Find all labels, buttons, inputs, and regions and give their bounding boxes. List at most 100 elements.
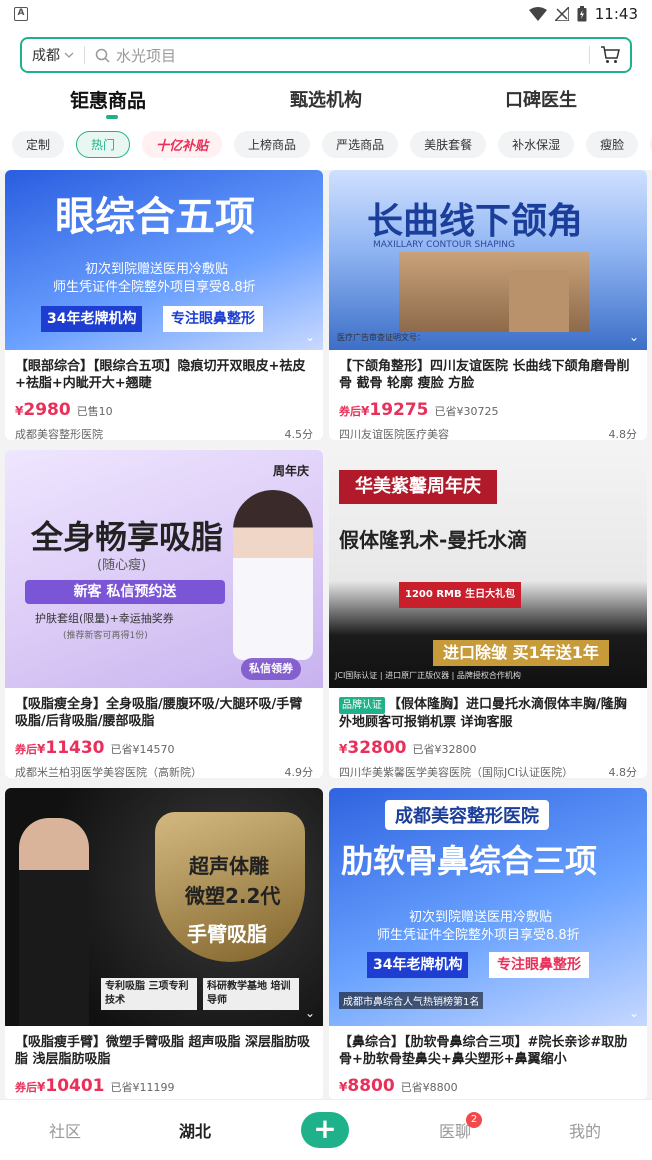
banner-title: 肋软骨鼻综合三项 (341, 842, 598, 880)
chip-custom[interactable]: 定制 (12, 131, 65, 158)
chip-hydration[interactable]: 补水保湿 (498, 131, 575, 158)
clinic-row: 四川友谊医院医疗美容 4.8分 (329, 426, 647, 440)
tab-doctors[interactable]: 口碑医生 (505, 86, 577, 112)
banner-tag: (推荐新客可再得1份) (63, 631, 148, 641)
product-card[interactable]: 全身畅享吸脂 (随心瘦) 新客 私信预约送 护肤套组(限量)+幸运抽奖券 (推荐… (5, 450, 323, 778)
price-row: ¥ 2980 已售10 (5, 400, 323, 420)
clinic-row: 四川华美紫馨医学美容医院（国际JCI认证医院） 4.8分 (329, 764, 647, 778)
chevron-down-icon[interactable]: ⌄ (629, 1006, 639, 1020)
banner-line: 微塑2.2代 (185, 884, 281, 908)
battery-icon (577, 6, 587, 22)
clinic-name: 成都美容整形医院 (15, 428, 103, 440)
product-banner: 成都美容整形医院 肋软骨鼻综合三项 初次到院赠送医用冷敷贴 师生凭证件全院整外项… (329, 788, 647, 1026)
banner-tag: 34年老牌机构 (41, 306, 143, 332)
product-card[interactable]: 眼综合五项 初次到院赠送医用冷敷贴 师生凭证件全院整外项目享受8.8折 34年老… (5, 170, 323, 440)
clinic-name: 四川友谊医院医疗美容 (339, 428, 449, 440)
chip-skincare-set[interactable]: 美肤套餐 (410, 131, 487, 158)
rating-score: 4.5分 (284, 428, 314, 440)
category-chips: 定制 热门 十亿补贴 上榜商品 严选商品 美肤套餐 补水保湿 瘦脸 去黑 (12, 131, 652, 161)
notification-badge: 2 (466, 1112, 482, 1128)
nav-community[interactable]: 社区 (0, 1118, 130, 1142)
banner-tag: 进口除皱 买1年送1年 (433, 640, 609, 666)
nav-doctor-chat-label: 医聊 (438, 1122, 471, 1141)
status-bar: A 11:43 (0, 0, 652, 28)
nav-add[interactable]: + (260, 1112, 390, 1148)
currency-symbol: ¥ (339, 1080, 348, 1094)
banner-line: 手臂吸脂 (187, 922, 267, 946)
product-price: 11430 (45, 738, 105, 758)
clinic-name: 四川华美紫馨医学美容医院（国际JCI认证医院） (339, 766, 574, 778)
banner-title: 全身畅享吸脂 (31, 518, 224, 556)
tab-active-indicator (106, 115, 118, 119)
banner-title: 假体隆乳术-曼托水滴 (339, 528, 528, 552)
banner-line: (随心瘦) (97, 558, 147, 573)
banner-title: 长曲线下颌角 (367, 201, 584, 242)
city-selector[interactable]: 成都 (32, 45, 74, 65)
no-signal-icon (554, 7, 569, 21)
product-title: 【吸脂瘦手臂】微塑手臂吸脂 超声吸脂 深层脂肪吸脂 浅层脂肪吸脂 (15, 1035, 311, 1067)
ranking-label: 成都市鼻综合人气热销榜第1名 (339, 992, 484, 1009)
chip-ranked[interactable]: 上榜商品 (234, 131, 311, 158)
clinic-row: 成都米兰柏羽医学美容医院（高新院） 4.9分 (5, 764, 323, 778)
price-row: 券后 ¥ 11430 已省¥14570 (5, 738, 323, 758)
product-title: 【鼻综合】【肋软骨鼻综合三项】#院长亲诊#取肋骨+肋软骨垫鼻尖+鼻尖塑形+鼻翼缩… (339, 1035, 628, 1067)
rating-score: 4.8分 (608, 766, 638, 778)
product-price: 8800 (347, 1076, 395, 1096)
product-title: 【吸脂瘦全身】全身吸脂/腰腹环吸/大腿环吸/手臂吸脂/后背吸脂/腰部吸脂 (15, 697, 303, 729)
banner-line: 师生凭证件全院整外项目享受8.8折 (53, 280, 256, 295)
chevron-down-icon[interactable]: ⌄ (629, 330, 639, 344)
chip-subsidy[interactable]: 十亿补贴 (142, 131, 223, 158)
banner-tag: 34年老牌机构 (367, 952, 469, 978)
chevron-down-icon[interactable]: ⌄ (305, 330, 315, 344)
header: 成都 水光项目 钜惠商品 甄选机构 口碑医生 定制 热门 十亿补贴 上榜商品 严… (0, 28, 652, 170)
chip-hot[interactable]: 热门 (76, 131, 131, 158)
model-image (19, 818, 89, 1026)
banner-tag: 专利吸脂 三项专利技术 (101, 978, 197, 1010)
banner-line: 华美紫馨周年庆 (339, 470, 497, 504)
plus-icon[interactable]: + (301, 1112, 349, 1148)
nav-hubei[interactable]: 湖北 (130, 1118, 260, 1142)
model-image (233, 490, 313, 660)
search-bar[interactable]: 成都 水光项目 (20, 37, 632, 73)
chip-slim-face[interactable]: 瘦脸 (586, 131, 639, 158)
nav-doctor-chat[interactable]: 医聊 2 (390, 1112, 520, 1142)
saved-amount: 已省¥14570 (110, 743, 175, 756)
currency-symbol: ¥ (361, 404, 370, 418)
banner-tag: 专注眼鼻整形 (163, 306, 263, 332)
price-row: ¥ 8800 已省¥8800 (329, 1076, 647, 1096)
coupon-label: 券后 (339, 405, 361, 418)
clinic-row: 成都美容整形医院 4.5分 (5, 426, 323, 440)
product-card[interactable]: 成都美容整形医院 肋软骨鼻综合三项 初次到院赠送医用冷敷贴 师生凭证件全院整外项… (329, 788, 647, 1100)
search-input[interactable]: 水光项目 (116, 45, 176, 66)
currency-symbol: ¥ (15, 404, 24, 418)
product-banner: 眼综合五项 初次到院赠送医用冷敷贴 师生凭证件全院整外项目享受8.8折 34年老… (5, 170, 323, 350)
price-row: 券后 ¥ 19275 已省¥30725 (329, 400, 647, 420)
tab-institutions[interactable]: 甄选机构 (290, 86, 362, 112)
banner-tag: JCI国际认证 | 进口原厂正版仪器 | 品牌授权合作机构 (335, 671, 521, 680)
banner-line: 医疗广告审查证明文号： (337, 333, 425, 342)
city-label: 成都 (32, 48, 60, 64)
product-banner: 华美紫馨周年庆 假体隆乳术-曼托水滴 1200 RMB 生日大礼包 进口除皱 买… (329, 450, 647, 688)
product-card[interactable]: 长曲线下颌角 MAXILLARY CONTOUR SHAPING 医疗广告审查证… (329, 170, 647, 440)
banner-line: 师生凭证件全院整外项目享受8.8折 (377, 928, 580, 943)
main-tabs: 钜惠商品 甄选机构 口碑医生 (0, 86, 652, 126)
app-notification-icon: A (14, 7, 28, 21)
private-message-button[interactable]: 私信领券 (241, 658, 301, 680)
product-title: 【眼部综合】【眼综合五项】隐痕切开双眼皮+祛皮+祛脂+内眦开大+翘睫 (15, 359, 306, 391)
price-row: ¥ 32800 已省¥32800 (329, 738, 647, 758)
banner-line: 新客 私信预约送 (25, 580, 225, 604)
tab-deals[interactable]: 钜惠商品 (70, 86, 146, 113)
product-banner: 长曲线下颌角 MAXILLARY CONTOUR SHAPING 医疗广告审查证… (329, 170, 647, 350)
banner-line: 初次到院赠送医用冷敷贴 (409, 910, 553, 925)
chip-selected[interactable]: 严选商品 (322, 131, 399, 158)
product-card[interactable]: 超声体雕 微塑2.2代 手臂吸脂 专利吸脂 三项专利技术 科研教学基地 培训导师… (5, 788, 323, 1100)
search-icon (95, 48, 110, 63)
banner-line: 初次到院赠送医用冷敷贴 (85, 262, 229, 277)
chevron-down-icon (64, 52, 74, 58)
nav-me[interactable]: 我的 (520, 1118, 650, 1142)
cart-icon[interactable] (600, 46, 620, 64)
clinic-name: 成都米兰柏羽医学美容医院（高新院） (15, 766, 202, 778)
coupon-label: 券后 (15, 743, 37, 756)
product-card[interactable]: 华美紫馨周年庆 假体隆乳术-曼托水滴 1200 RMB 生日大礼包 进口除皱 买… (329, 450, 647, 778)
chevron-down-icon[interactable]: ⌄ (305, 1006, 315, 1020)
